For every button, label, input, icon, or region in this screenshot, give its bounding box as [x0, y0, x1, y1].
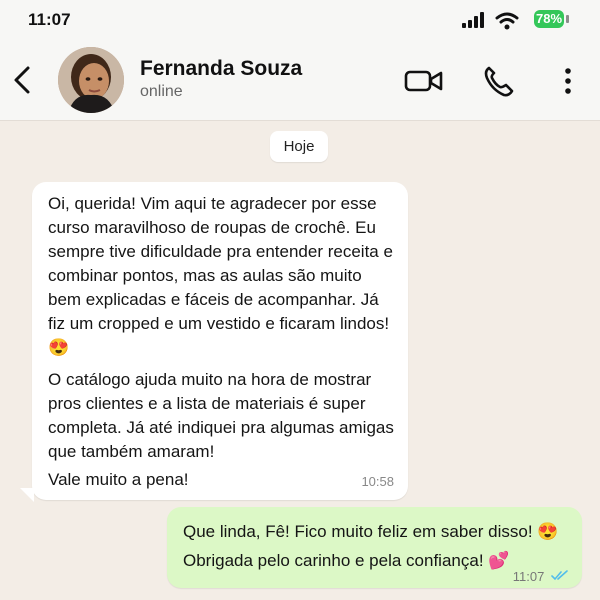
video-camera-icon[interactable]: [404, 66, 444, 96]
double-check-icon: [551, 570, 568, 581]
signal-icon: [462, 12, 484, 28]
battery-tip: [566, 15, 569, 23]
wifi-icon: [495, 12, 519, 30]
phone-icon[interactable]: [481, 64, 515, 98]
date-chip: Hoje: [270, 131, 328, 162]
chevron-left-icon[interactable]: [8, 62, 38, 98]
incoming-paragraph-2: O catálogo ajuda muito na hora de mostra…: [48, 370, 394, 461]
outgoing-line-1: Que linda, Fê! Fico muito feliz em saber…: [183, 522, 559, 541]
contact-status: online: [140, 83, 183, 100]
avatar[interactable]: [58, 47, 124, 113]
chat-header: Fernanda Souza online: [0, 40, 600, 121]
contact-name[interactable]: Fernanda Souza: [140, 57, 302, 81]
outgoing-message-meta: 11:07: [513, 569, 569, 584]
incoming-bubble-tail: [20, 488, 34, 502]
status-time: 11:07: [28, 10, 71, 29]
outgoing-message-bubble[interactable]: Que linda, Fê! Fico muito feliz em saber…: [167, 507, 582, 588]
outgoing-line-2: Obrigada pelo carinho e pela confiança! …: [183, 551, 510, 570]
incoming-paragraph-3: Vale muito a pena!: [48, 470, 189, 489]
incoming-paragraph-1: Oi, querida! Vim aqui te agradecer por e…: [48, 194, 393, 357]
battery-indicator: 78%: [534, 10, 564, 28]
outgoing-message-time: 11:07: [512, 569, 545, 584]
incoming-message-bubble[interactable]: Oi, querida! Vim aqui te agradecer por e…: [32, 182, 408, 500]
more-vertical-icon[interactable]: [556, 65, 580, 97]
status-bar: 11:07 78%: [0, 0, 600, 40]
incoming-message-time: 10:58: [361, 474, 394, 489]
